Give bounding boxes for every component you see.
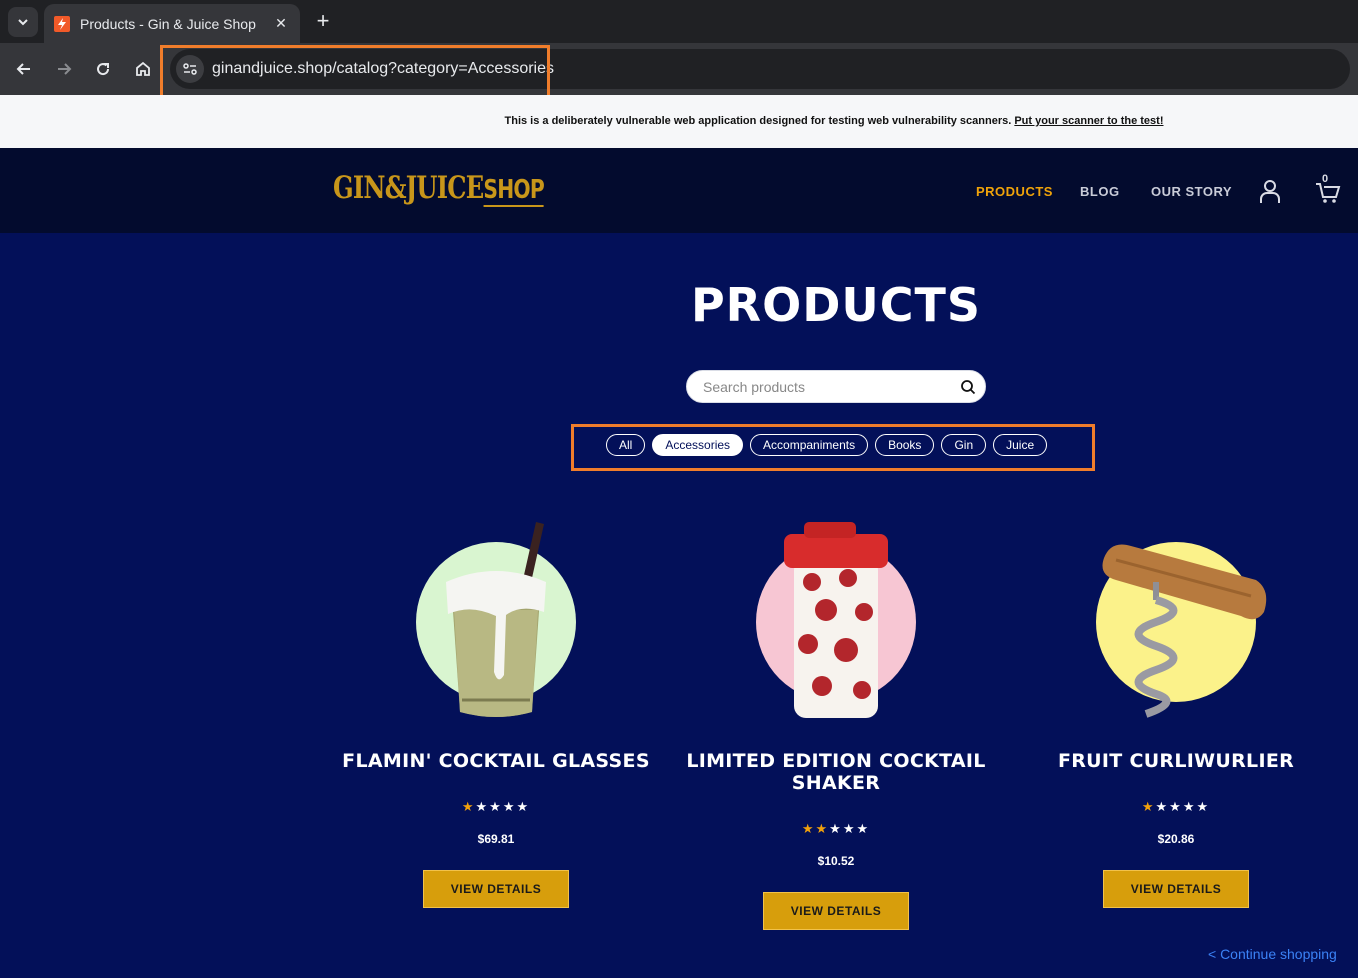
product-rating: ★★★★★	[801, 821, 871, 836]
product-price: $20.86	[1157, 832, 1195, 846]
reload-icon	[97, 63, 110, 76]
product-card: FLAMIN' COCKTAIL GLASSES ★★★★★ $69.81 VI…	[336, 520, 656, 920]
view-details-button[interactable]: VIEW DETAILS	[423, 870, 569, 908]
warning-banner: This is a deliberately vulnerable web ap…	[0, 95, 1358, 148]
account-icon[interactable]	[1258, 178, 1282, 204]
chevron-down-icon	[18, 19, 28, 26]
close-tab-icon[interactable]: ✕	[272, 15, 290, 32]
nav-blog[interactable]: BLOG	[1080, 184, 1120, 199]
product-rating: ★★★★★	[461, 799, 531, 814]
nav-products[interactable]: PRODUCTS	[976, 184, 1053, 199]
filter-books[interactable]: Books	[875, 434, 935, 456]
home-button[interactable]	[129, 55, 157, 83]
browser-tab-bar: Products - Gin & Juice Shop ✕ +	[0, 0, 1358, 43]
filter-all[interactable]: All	[606, 434, 646, 456]
browser-tab[interactable]: Products - Gin & Juice Shop ✕	[44, 4, 300, 43]
product-image-cocktail-shaker[interactable]	[676, 520, 996, 730]
product-name[interactable]: FRUIT CURLIWURLIER	[1016, 750, 1336, 772]
arrow-right-icon	[58, 63, 72, 75]
view-details-button[interactable]: VIEW DETAILS	[1103, 870, 1249, 908]
product-price: $69.81	[477, 832, 515, 846]
cart-count: 0	[1322, 173, 1329, 185]
product-name[interactable]: FLAMIN' COCKTAIL GLASSES	[336, 750, 656, 772]
product-name[interactable]: LIMITED EDITION COCKTAIL SHAKER	[676, 750, 996, 794]
site-logo[interactable]: GIN&JUICESHOP	[333, 170, 545, 207]
back-button[interactable]	[10, 55, 38, 83]
product-card: FRUIT CURLIWURLIER ★★★★★ $20.86 VIEW DET…	[1016, 520, 1336, 920]
logo-main-text: GIN&JUICE	[333, 170, 484, 206]
category-filters: All Accessories Accompaniments Books Gin…	[606, 434, 1048, 456]
filter-accessories[interactable]: Accessories	[652, 434, 744, 456]
continue-shopping-link[interactable]: < Continue shopping	[1208, 946, 1337, 962]
search-box	[686, 370, 986, 403]
product-card: LIMITED EDITION COCKTAIL SHAKER ★★★★★ $1…	[676, 520, 996, 940]
site-header: GIN&JUICESHOP PRODUCTS BLOG OUR STORY 0	[0, 148, 1358, 233]
site-favicon-icon	[54, 15, 70, 32]
product-price: $10.52	[817, 854, 855, 868]
arrow-left-icon	[16, 63, 30, 75]
search-input[interactable]	[703, 377, 943, 397]
search-icon[interactable]	[960, 379, 976, 395]
product-rating: ★★★★★	[1141, 799, 1211, 814]
filter-gin[interactable]: Gin	[941, 434, 987, 456]
forward-button[interactable]	[50, 55, 78, 83]
page-title: PRODUCTS	[690, 278, 982, 332]
banner-link[interactable]: Put your scanner to the test!	[1014, 115, 1163, 127]
new-tab-button[interactable]: +	[310, 8, 336, 34]
product-image-cocktail-glass[interactable]	[336, 520, 656, 730]
banner-text: This is a deliberately vulnerable web ap…	[504, 115, 1012, 127]
reload-button[interactable]	[89, 55, 117, 83]
home-icon	[136, 61, 150, 76]
product-image-corkscrew[interactable]	[1016, 520, 1336, 730]
filter-accompaniments[interactable]: Accompaniments	[750, 434, 869, 456]
tab-title: Products - Gin & Juice Shop	[80, 15, 256, 32]
tab-search-button[interactable]	[8, 7, 38, 37]
view-details-button[interactable]: VIEW DETAILS	[763, 892, 909, 930]
url-highlight-box	[160, 45, 550, 98]
nav-our-story[interactable]: OUR STORY	[1151, 184, 1232, 199]
filter-juice[interactable]: Juice	[993, 434, 1048, 456]
logo-shop-text: SHOP	[483, 175, 545, 207]
